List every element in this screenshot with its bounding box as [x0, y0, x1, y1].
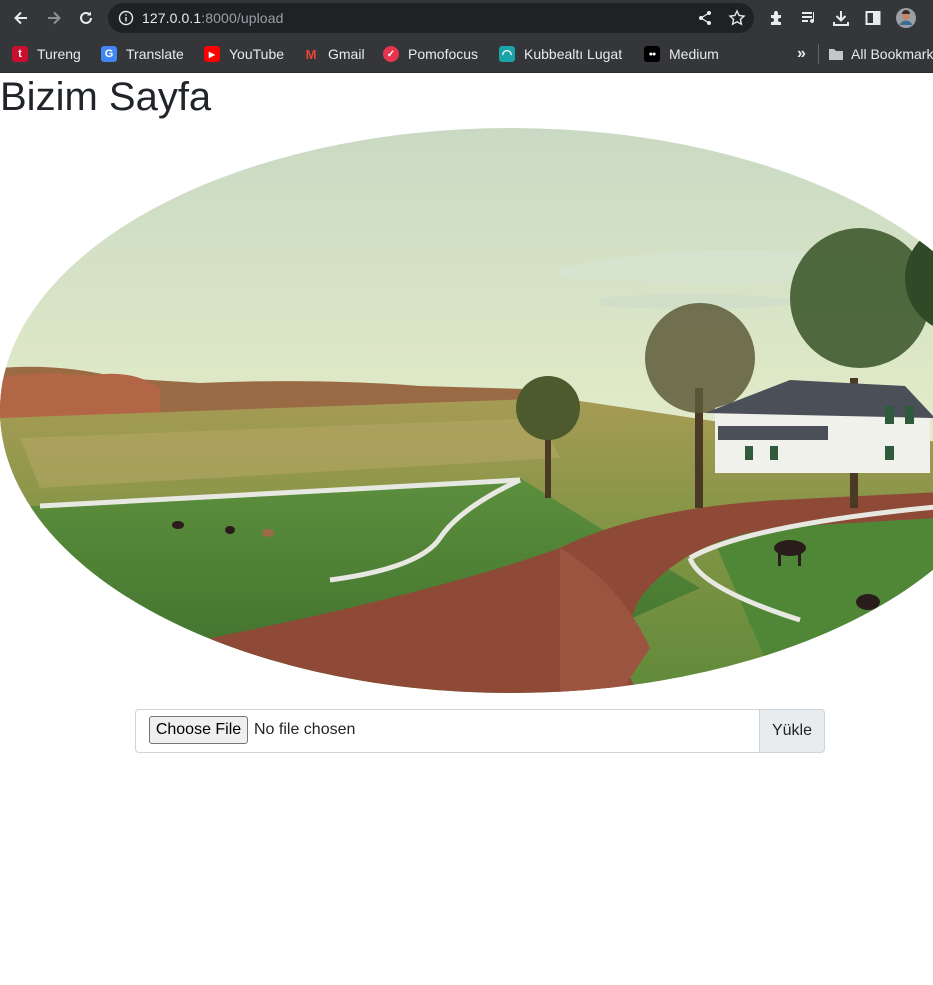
playlist-icon [802, 12, 815, 24]
gmail-icon: M [305, 46, 317, 62]
page-title: Bizim Sayfa [0, 75, 212, 119]
share-icon[interactable] [696, 9, 714, 27]
upload-submit-button[interactable]: Yükle [759, 709, 825, 753]
arrow-right-icon [48, 11, 61, 25]
forward-button[interactable] [42, 6, 66, 30]
downloads-button[interactable] [829, 6, 853, 30]
file-status-text: No file chosen [254, 721, 356, 738]
site-info-icon[interactable] [118, 10, 134, 26]
url-text: 127.0.0.1:8000/upload [142, 10, 284, 26]
bookmark-pomofocus[interactable]: ✓ Pomofocus [383, 44, 478, 64]
bookmark-label: Kubbealtı Lugat [524, 46, 623, 62]
medium-icon: ●● [644, 46, 660, 62]
bookmark-star-icon[interactable] [728, 9, 746, 27]
kubbealti-icon: ◠ [499, 46, 515, 62]
all-bookmarks-folder[interactable]: All Bookmarks [828, 44, 933, 64]
bookmark-translate[interactable]: G Translate [101, 44, 184, 64]
google-translate-icon: G [101, 46, 117, 62]
avatar-icon [896, 8, 916, 28]
side-panel-icon [865, 11, 881, 25]
bookmark-tureng[interactable]: t Tureng [12, 44, 81, 64]
bookmark-label: Translate [126, 46, 184, 62]
bookmark-gmail[interactable]: M Gmail [303, 44, 365, 64]
file-input[interactable]: Choose File No file chosen [135, 709, 760, 753]
youtube-icon: ▶ [204, 46, 220, 62]
side-panel-button[interactable] [861, 6, 885, 30]
address-bar[interactable]: 127.0.0.1:8000/upload [108, 3, 754, 33]
tureng-icon: t [12, 46, 28, 62]
reload-icon [80, 11, 92, 24]
profile-avatar[interactable] [894, 6, 918, 30]
farm-landscape-image [0, 128, 933, 693]
bookmark-youtube[interactable]: ▶ YouTube [204, 44, 284, 64]
back-button[interactable] [9, 6, 33, 30]
bookmark-label: Gmail [328, 46, 365, 62]
media-button[interactable] [797, 6, 821, 30]
pomofocus-icon: ✓ [383, 46, 399, 62]
bookmark-kubbealti[interactable]: ◠ Kubbealtı Lugat [499, 44, 622, 64]
bookmarks-overflow-button[interactable]: » [797, 44, 806, 64]
folder-icon [829, 49, 843, 60]
bookmark-label: Tureng [37, 46, 81, 62]
bookmark-label: Medium [669, 46, 719, 62]
bookmark-label: Pomofocus [408, 46, 479, 62]
bookmarks-bar: t Tureng G Translate ▶ YouTube M Gmail ✓… [0, 36, 933, 73]
reload-button[interactable] [74, 6, 98, 30]
browser-toolbar: 127.0.0.1:8000/upload [0, 0, 933, 36]
bookmark-medium[interactable]: ●● Medium [644, 44, 719, 64]
upload-form: Choose File No file chosen Yükle [135, 709, 825, 753]
arrow-left-icon [14, 11, 27, 25]
landscape-scene [0, 128, 933, 693]
bookmark-label: YouTube [229, 46, 285, 62]
choose-file-button[interactable]: Choose File [149, 716, 248, 744]
extensions-button[interactable] [765, 6, 789, 30]
bookmarks-separator [818, 44, 819, 64]
image-frame [0, 128, 933, 693]
download-icon [833, 11, 849, 26]
puzzle-icon [771, 11, 781, 25]
